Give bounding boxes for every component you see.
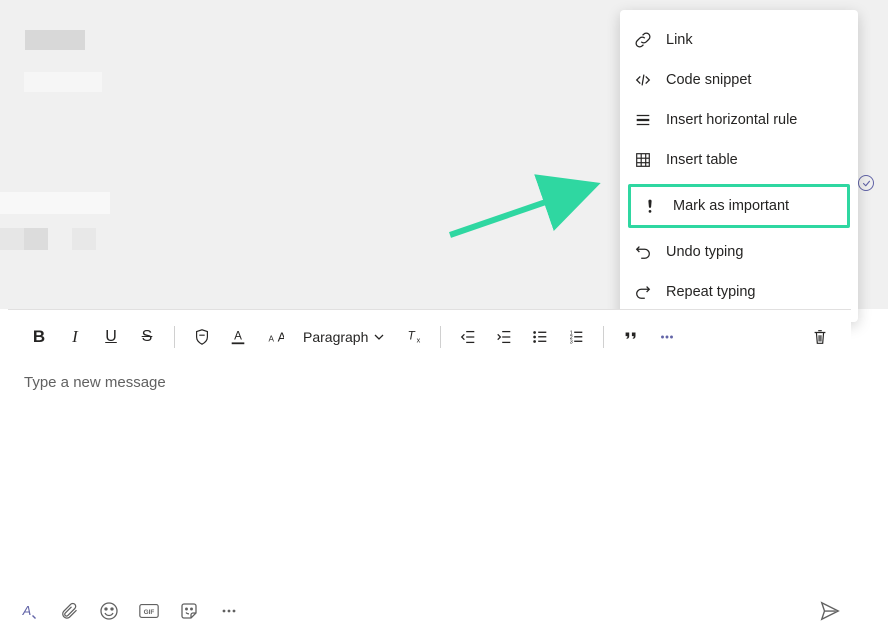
format-button[interactable]: A xyxy=(16,598,42,624)
emoji-button[interactable] xyxy=(96,598,122,624)
numbered-list-button[interactable]: 123 xyxy=(559,320,593,354)
svg-text:A: A xyxy=(234,330,242,343)
undo-icon xyxy=(634,243,652,261)
gif-button[interactable]: GIF xyxy=(136,598,162,624)
menu-label: Repeat typing xyxy=(666,284,755,300)
menu-item-mark-important[interactable]: Mark as important xyxy=(628,184,850,228)
menu-item-repeat-typing[interactable]: Repeat typing xyxy=(620,272,858,312)
redacted-block xyxy=(24,228,48,250)
menu-label: Link xyxy=(666,32,693,48)
sticker-button[interactable] xyxy=(176,598,202,624)
menu-label: Mark as important xyxy=(673,198,789,214)
editor-placeholder: Type a new message xyxy=(24,374,166,391)
read-receipt-icon xyxy=(858,175,874,191)
delete-button[interactable] xyxy=(803,320,837,354)
svg-text:GIF: GIF xyxy=(144,609,155,616)
code-icon xyxy=(634,71,652,89)
more-actions-button[interactable] xyxy=(216,598,242,624)
menu-item-code-snippet[interactable]: Code snippet xyxy=(620,60,858,100)
compose-actions-bar: A GIF xyxy=(8,592,851,630)
bold-button[interactable]: B xyxy=(22,320,56,354)
menu-label: Undo typing xyxy=(666,244,743,260)
redacted-block xyxy=(24,72,102,92)
redacted-block xyxy=(0,192,110,214)
horizontal-rule-icon xyxy=(634,111,652,129)
chevron-down-icon xyxy=(374,332,384,342)
send-button[interactable] xyxy=(817,598,843,624)
redacted-block xyxy=(0,228,24,250)
more-options-button[interactable] xyxy=(650,320,684,354)
italic-button[interactable]: I xyxy=(58,320,92,354)
toolbar-separator xyxy=(603,326,604,348)
paragraph-label: Paragraph xyxy=(303,329,368,345)
toolbar-separator xyxy=(440,326,441,348)
clear-formatting-button[interactable]: Tx xyxy=(396,320,430,354)
font-size-button[interactable]: AA xyxy=(257,320,291,354)
menu-item-horizontal-rule[interactable]: Insert horizontal rule xyxy=(620,100,858,140)
redacted-block xyxy=(25,30,85,50)
attach-button[interactable] xyxy=(56,598,82,624)
bulleted-list-button[interactable] xyxy=(523,320,557,354)
svg-text:A: A xyxy=(22,603,32,618)
menu-label: Code snippet xyxy=(666,72,751,88)
menu-label: Insert horizontal rule xyxy=(666,112,797,128)
svg-text:A: A xyxy=(278,330,284,345)
indent-button[interactable] xyxy=(487,320,521,354)
menu-item-insert-table[interactable]: Insert table xyxy=(620,140,858,180)
menu-label: Insert table xyxy=(666,152,738,168)
svg-text:x: x xyxy=(417,335,421,344)
menu-item-link[interactable]: Link xyxy=(620,20,858,60)
toolbar-separator xyxy=(174,326,175,348)
svg-text:3: 3 xyxy=(570,339,573,345)
svg-text:T: T xyxy=(408,330,416,343)
highlight-button[interactable] xyxy=(185,320,219,354)
important-icon xyxy=(641,197,659,215)
redacted-block xyxy=(72,228,96,250)
table-icon xyxy=(634,151,652,169)
format-toolbar: B I U S A AA Paragraph Tx 12 xyxy=(8,310,851,364)
underline-button[interactable]: U xyxy=(94,320,128,354)
strikethrough-button[interactable]: S xyxy=(130,320,164,354)
message-composer: B I U S A AA Paragraph Tx 12 xyxy=(8,309,851,587)
quote-button[interactable] xyxy=(614,320,648,354)
menu-item-undo-typing[interactable]: Undo typing xyxy=(620,232,858,272)
outdent-button[interactable] xyxy=(451,320,485,354)
message-input[interactable]: Type a new message xyxy=(8,364,851,564)
svg-text:A: A xyxy=(269,335,275,344)
redo-icon xyxy=(634,283,652,301)
font-color-button[interactable]: A xyxy=(221,320,255,354)
format-more-menu: Link Code snippet Insert horizontal rule… xyxy=(620,10,858,322)
link-icon xyxy=(634,31,652,49)
paragraph-style-dropdown[interactable]: Paragraph xyxy=(293,320,394,354)
